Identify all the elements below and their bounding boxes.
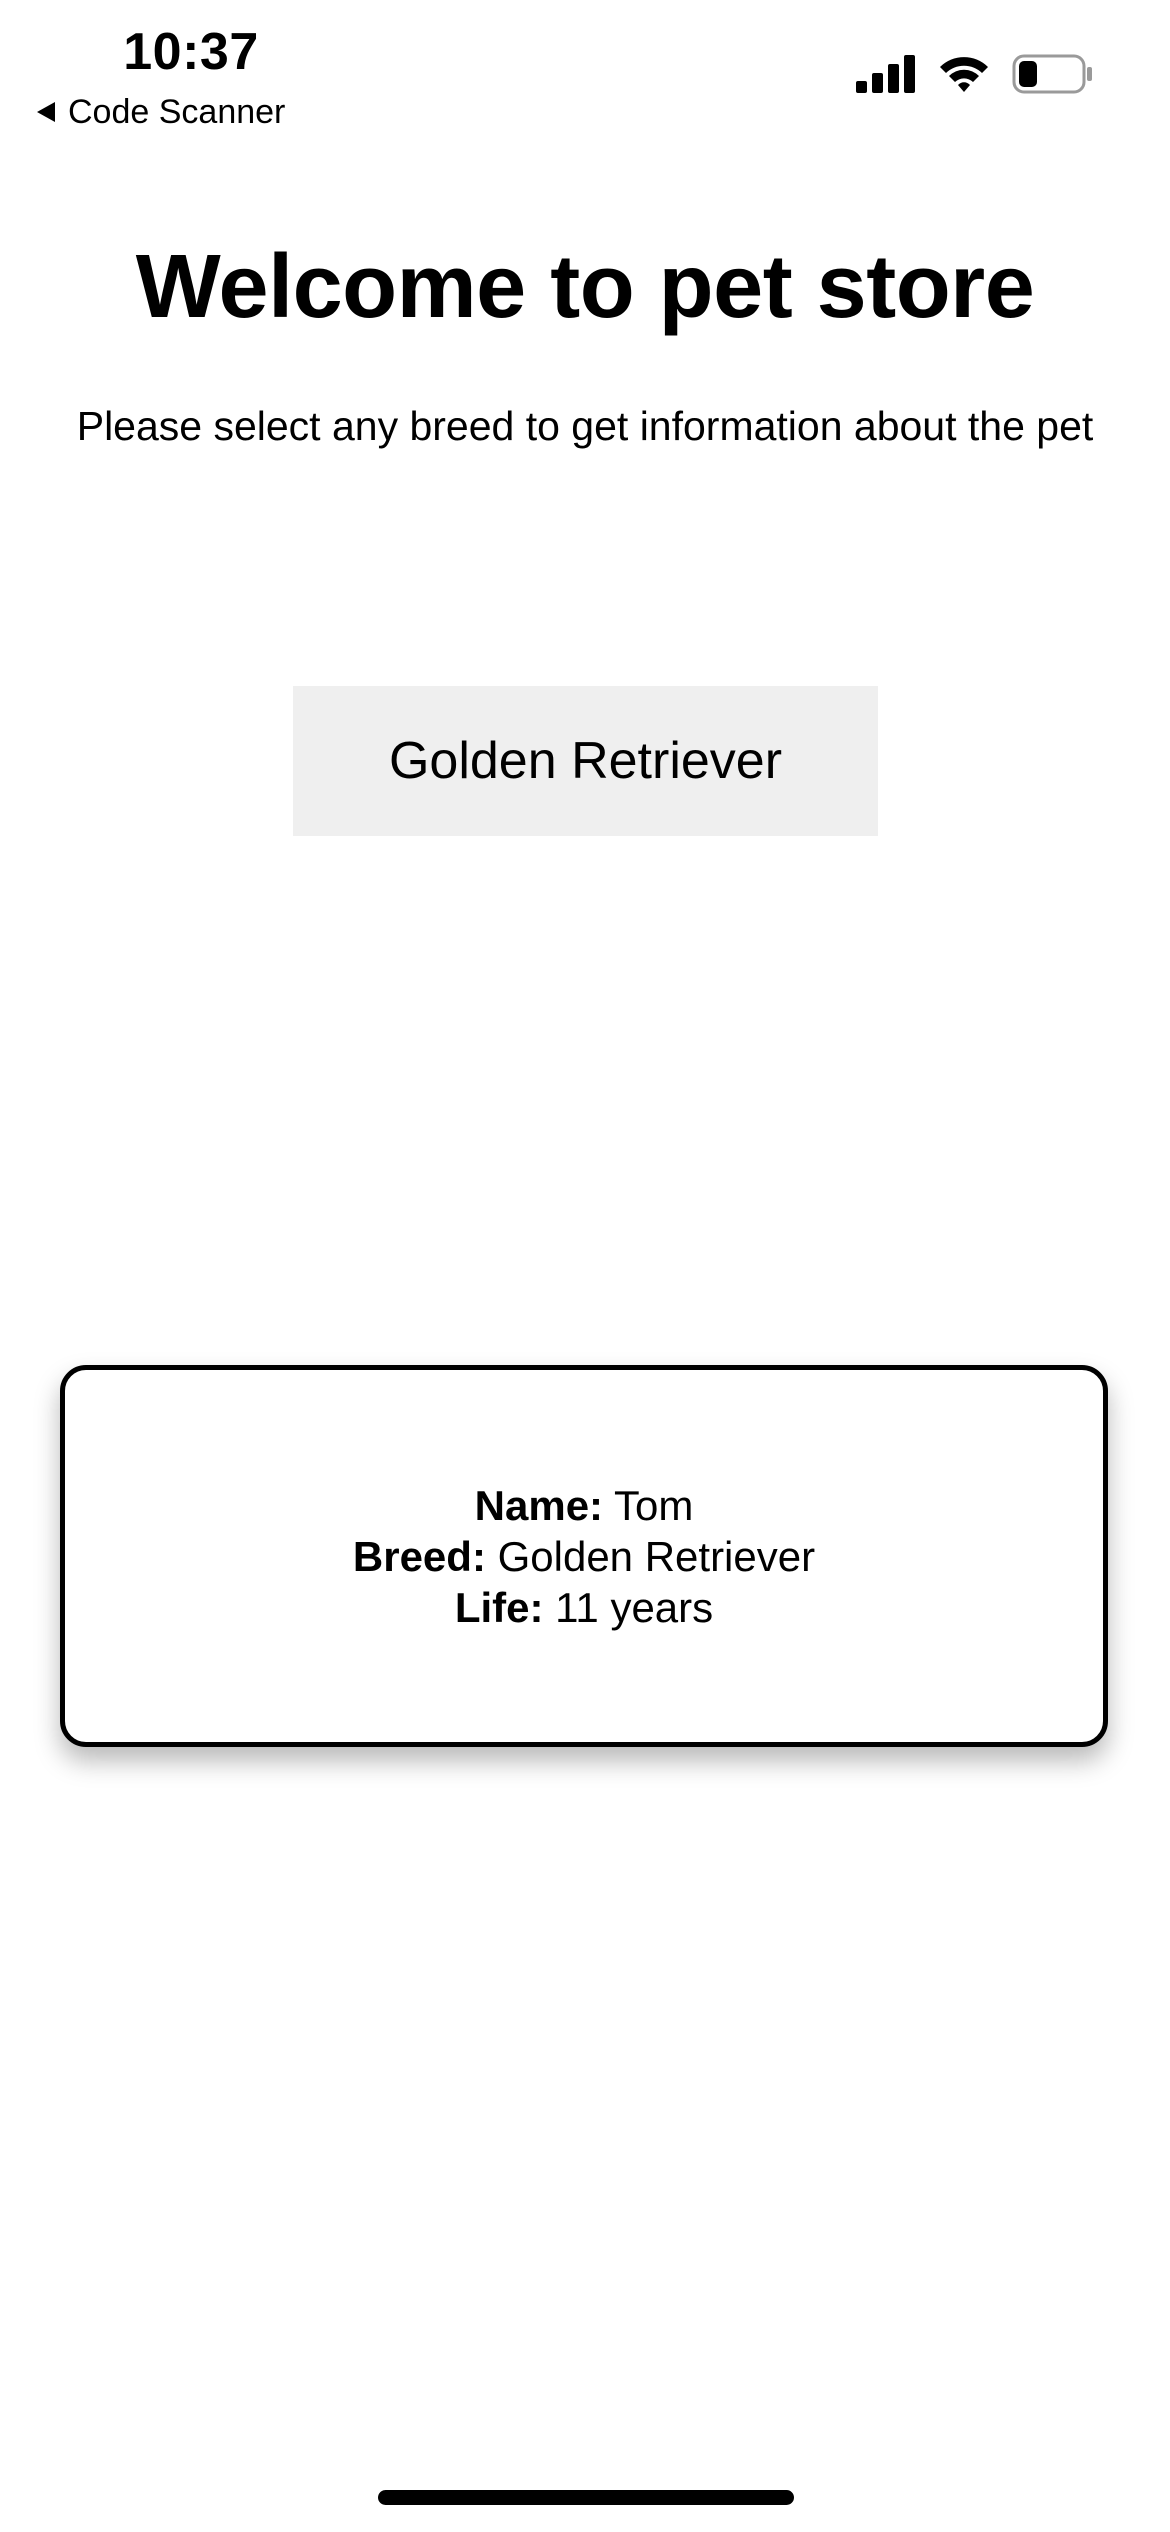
- pet-name-label: Name:: [474, 1481, 604, 1529]
- pet-breed-row: Breed: Golden Retriever: [353, 1531, 815, 1582]
- pet-life-row: Life: 11 years: [455, 1582, 713, 1633]
- page-title: Welcome to pet store: [135, 237, 1035, 337]
- pet-info-card: Name: Tom Breed: Golden Retriever Life: …: [60, 1365, 1108, 1747]
- wifi-icon: [938, 55, 990, 93]
- status-indicators: [856, 54, 1094, 94]
- pet-life-value: 11 years: [555, 1583, 714, 1631]
- battery-icon: [1012, 54, 1094, 94]
- pet-life-label: Life:: [454, 1583, 544, 1631]
- home-indicator[interactable]: [378, 2490, 794, 2505]
- back-link-label: Code Scanner: [68, 93, 286, 131]
- page-subtitle: Please select any breed to get informati…: [76, 403, 1094, 449]
- pet-name-row: Name: Tom: [475, 1480, 694, 1531]
- pet-breed-label: Breed:: [352, 1532, 486, 1580]
- pet-breed-value: Golden Retriever: [497, 1532, 816, 1580]
- pet-name-value: Tom: [613, 1481, 694, 1529]
- breed-select-button[interactable]: Golden Retriever: [293, 686, 878, 836]
- back-to-app-link[interactable]: Code Scanner: [36, 90, 285, 134]
- status-time: 10:37: [123, 23, 259, 81]
- breed-select-label: Golden Retriever: [388, 732, 783, 790]
- back-triangle-icon: [36, 101, 56, 123]
- cellular-signal-icon: [856, 55, 916, 93]
